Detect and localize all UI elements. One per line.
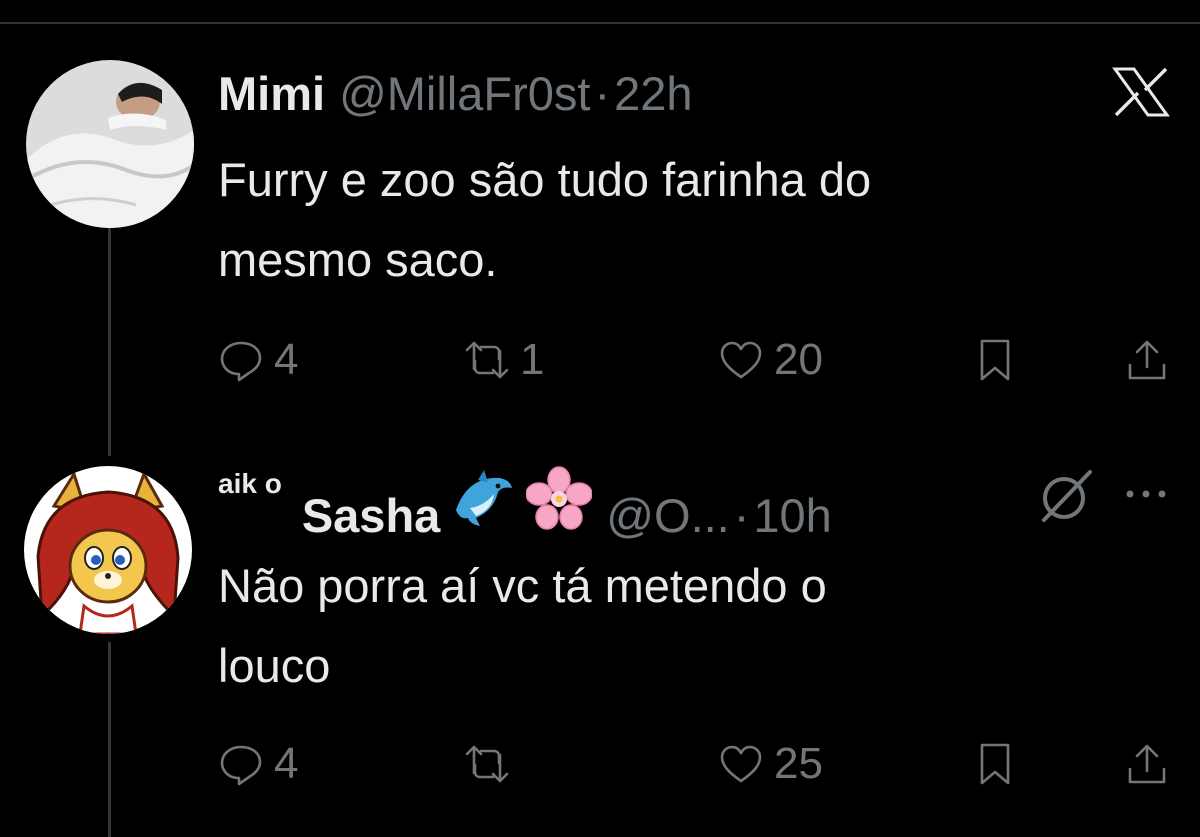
share-button[interactable]: [1124, 734, 1170, 794]
tweet-actions: 4 25: [218, 734, 1178, 794]
reply-button[interactable]: 4: [218, 330, 298, 390]
tweet-text-line: mesmo saco.: [218, 233, 498, 286]
x-logo-icon[interactable]: [1112, 66, 1170, 118]
like-count: 20: [774, 335, 823, 384]
separator-dot: ·: [733, 489, 750, 542]
thread-line: [108, 228, 111, 456]
bookmark-icon: [980, 339, 1010, 381]
avatar[interactable]: [26, 60, 194, 228]
reply-count: 4: [274, 335, 299, 384]
tweet-header: aik o Sasha @O... · 10h: [218, 466, 832, 543]
like-count: 25: [774, 739, 823, 788]
retweet-button[interactable]: 1: [464, 330, 544, 390]
tweet-text-line: louco: [218, 639, 331, 692]
share-icon: [1128, 744, 1166, 784]
separator-dot: ·: [594, 67, 611, 120]
like-button[interactable]: 20: [718, 330, 823, 390]
retweet-button[interactable]: [464, 734, 520, 794]
more-options-icon[interactable]: [1124, 484, 1168, 504]
retweet-icon: [465, 745, 509, 783]
cherry-blossom-emoji: [526, 466, 593, 530]
display-name[interactable]: Mimi: [218, 66, 325, 121]
person-under-blanket-avatar: [26, 60, 194, 228]
name-prefix: aik o: [218, 468, 282, 499]
timestamp[interactable]: 22h: [614, 66, 692, 121]
tweet-actions: 4 1 20: [218, 330, 1178, 390]
like-button[interactable]: 25: [718, 734, 823, 794]
retweet-count: 1: [520, 335, 545, 384]
display-name[interactable]: Sasha: [302, 488, 440, 543]
heart-icon: [720, 745, 762, 783]
reply-count: 4: [274, 739, 299, 788]
reply-icon: [220, 341, 262, 382]
grok-icon[interactable]: [1036, 468, 1094, 524]
bookmark-button[interactable]: [972, 734, 1018, 794]
top-divider: [0, 22, 1200, 24]
tweet-text: Furry e zoo são tudo farinha do mesmo sa…: [218, 140, 1118, 300]
tweet-header: Mimi @MillaFr0st · 22h: [218, 66, 693, 121]
dolphin-emoji: [456, 470, 513, 526]
timestamp[interactable]: 10h: [753, 488, 831, 543]
tweet-text-line: Não porra aí vc tá metendo o: [218, 559, 827, 612]
bookmark-icon: [980, 743, 1010, 785]
tweet-text: Não porra aí vc tá metendo o louco: [218, 546, 1118, 706]
share-button[interactable]: [1124, 330, 1170, 390]
user-handle[interactable]: @O...: [606, 488, 729, 543]
bookmark-button[interactable]: [972, 330, 1018, 390]
reply-button[interactable]: 4: [218, 734, 298, 794]
avatar[interactable]: [24, 466, 192, 634]
heart-icon: [720, 341, 762, 379]
tweet-text-line: Furry e zoo são tudo farinha do: [218, 153, 872, 206]
share-icon: [1128, 340, 1166, 380]
user-handle[interactable]: @MillaFr0st: [339, 66, 590, 121]
retweet-icon: [465, 341, 509, 379]
cartoon-fox-avatar: [24, 466, 192, 634]
thread-line: [108, 642, 111, 837]
reply-icon: [220, 745, 262, 786]
